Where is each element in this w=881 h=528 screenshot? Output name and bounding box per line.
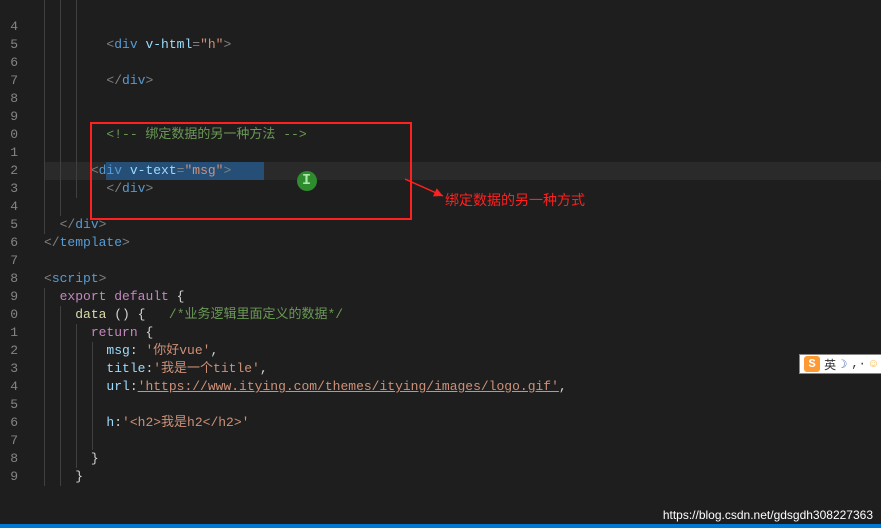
code-line[interactable]: data () { /*业务逻辑里面定义的数据*/	[44, 306, 881, 324]
code-line[interactable]: export default {	[44, 288, 881, 306]
code-line[interactable]	[44, 18, 881, 36]
watermark-text: https://blog.csdn.net/gdsgdh308227363	[663, 508, 873, 522]
ime-toolbar[interactable]: S 英 ☽ ,· ☺	[799, 354, 881, 374]
line-number: 5	[0, 216, 18, 234]
line-number: 9	[0, 288, 18, 306]
ime-punct-toggle[interactable]: ,·	[851, 357, 865, 371]
code-line[interactable]: msg: '你好vue',	[44, 342, 881, 360]
line-number: 1	[0, 144, 18, 162]
code-line[interactable]: <!-- 绑定数据的另一种方法 -->	[44, 126, 881, 144]
code-line[interactable]: h:'<h2>我是h2</h2>'	[44, 414, 881, 432]
ime-lang-toggle[interactable]: 英	[824, 356, 836, 373]
code-line[interactable]: }	[44, 468, 881, 486]
code-line[interactable]	[44, 90, 881, 108]
code-line[interactable]	[44, 0, 881, 18]
line-number: 3	[0, 360, 18, 378]
code-line[interactable]	[44, 54, 881, 72]
line-number: 1	[0, 324, 18, 342]
line-number: 4	[0, 378, 18, 396]
code-line[interactable]	[44, 396, 881, 414]
line-number: 7	[0, 72, 18, 90]
code-line[interactable]	[44, 108, 881, 126]
code-line[interactable]: </div>	[44, 72, 881, 90]
code-editor[interactable]: 4 5 6 7 8 9 0 1 2 3 4 5 6 7 8 9 0 1 2 3 …	[0, 0, 881, 528]
line-number-gutter: 4 5 6 7 8 9 0 1 2 3 4 5 6 7 8 9 0 1 2 3 …	[0, 0, 26, 528]
code-line[interactable]: <div v-html="h">	[44, 36, 881, 54]
code-line[interactable]: title:'我是一个title',	[44, 360, 881, 378]
line-number: 7	[0, 252, 18, 270]
code-line[interactable]: <script>	[44, 270, 881, 288]
annotation-label: 绑定数据的另一种方式	[445, 190, 585, 210]
moon-icon[interactable]: ☽	[840, 357, 847, 372]
code-area[interactable]: <div v-html="h"> </div> <!-- 绑定数据的另一种方法 …	[40, 0, 881, 528]
line-number: 0	[0, 306, 18, 324]
code-line[interactable]: url:'https://www.itying.com/themes/ityin…	[44, 378, 881, 396]
line-number: 6	[0, 414, 18, 432]
text-cursor-icon: I	[302, 172, 311, 189]
code-line[interactable]	[44, 252, 881, 270]
ime-logo-icon: S	[804, 356, 820, 372]
line-number: 2	[0, 342, 18, 360]
smile-icon[interactable]: ☺	[870, 357, 877, 371]
code-line[interactable]: return {	[44, 324, 881, 342]
line-number: 6	[0, 234, 18, 252]
line-number: 9	[0, 108, 18, 126]
line-number: 5	[0, 396, 18, 414]
fold-column	[26, 0, 40, 528]
line-number: 4	[0, 198, 18, 216]
line-number: 8	[0, 450, 18, 468]
code-line[interactable]: </template>	[44, 234, 881, 252]
code-line[interactable]: }	[44, 450, 881, 468]
code-line[interactable]	[44, 144, 881, 162]
code-line[interactable]: </div>	[44, 216, 881, 234]
line-number: 6	[0, 54, 18, 72]
line-number: 8	[0, 90, 18, 108]
line-number: 2	[0, 162, 18, 180]
line-number: 8	[0, 270, 18, 288]
line-number: 7	[0, 432, 18, 450]
line-number	[0, 0, 18, 18]
status-bar	[0, 524, 881, 528]
line-number: 4	[0, 18, 18, 36]
code-line-active[interactable]: <div v-text="msg">	[44, 162, 881, 180]
line-number: 3	[0, 180, 18, 198]
code-line[interactable]	[44, 432, 881, 450]
line-number: 0	[0, 126, 18, 144]
line-number: 5	[0, 36, 18, 54]
line-number: 9	[0, 468, 18, 486]
